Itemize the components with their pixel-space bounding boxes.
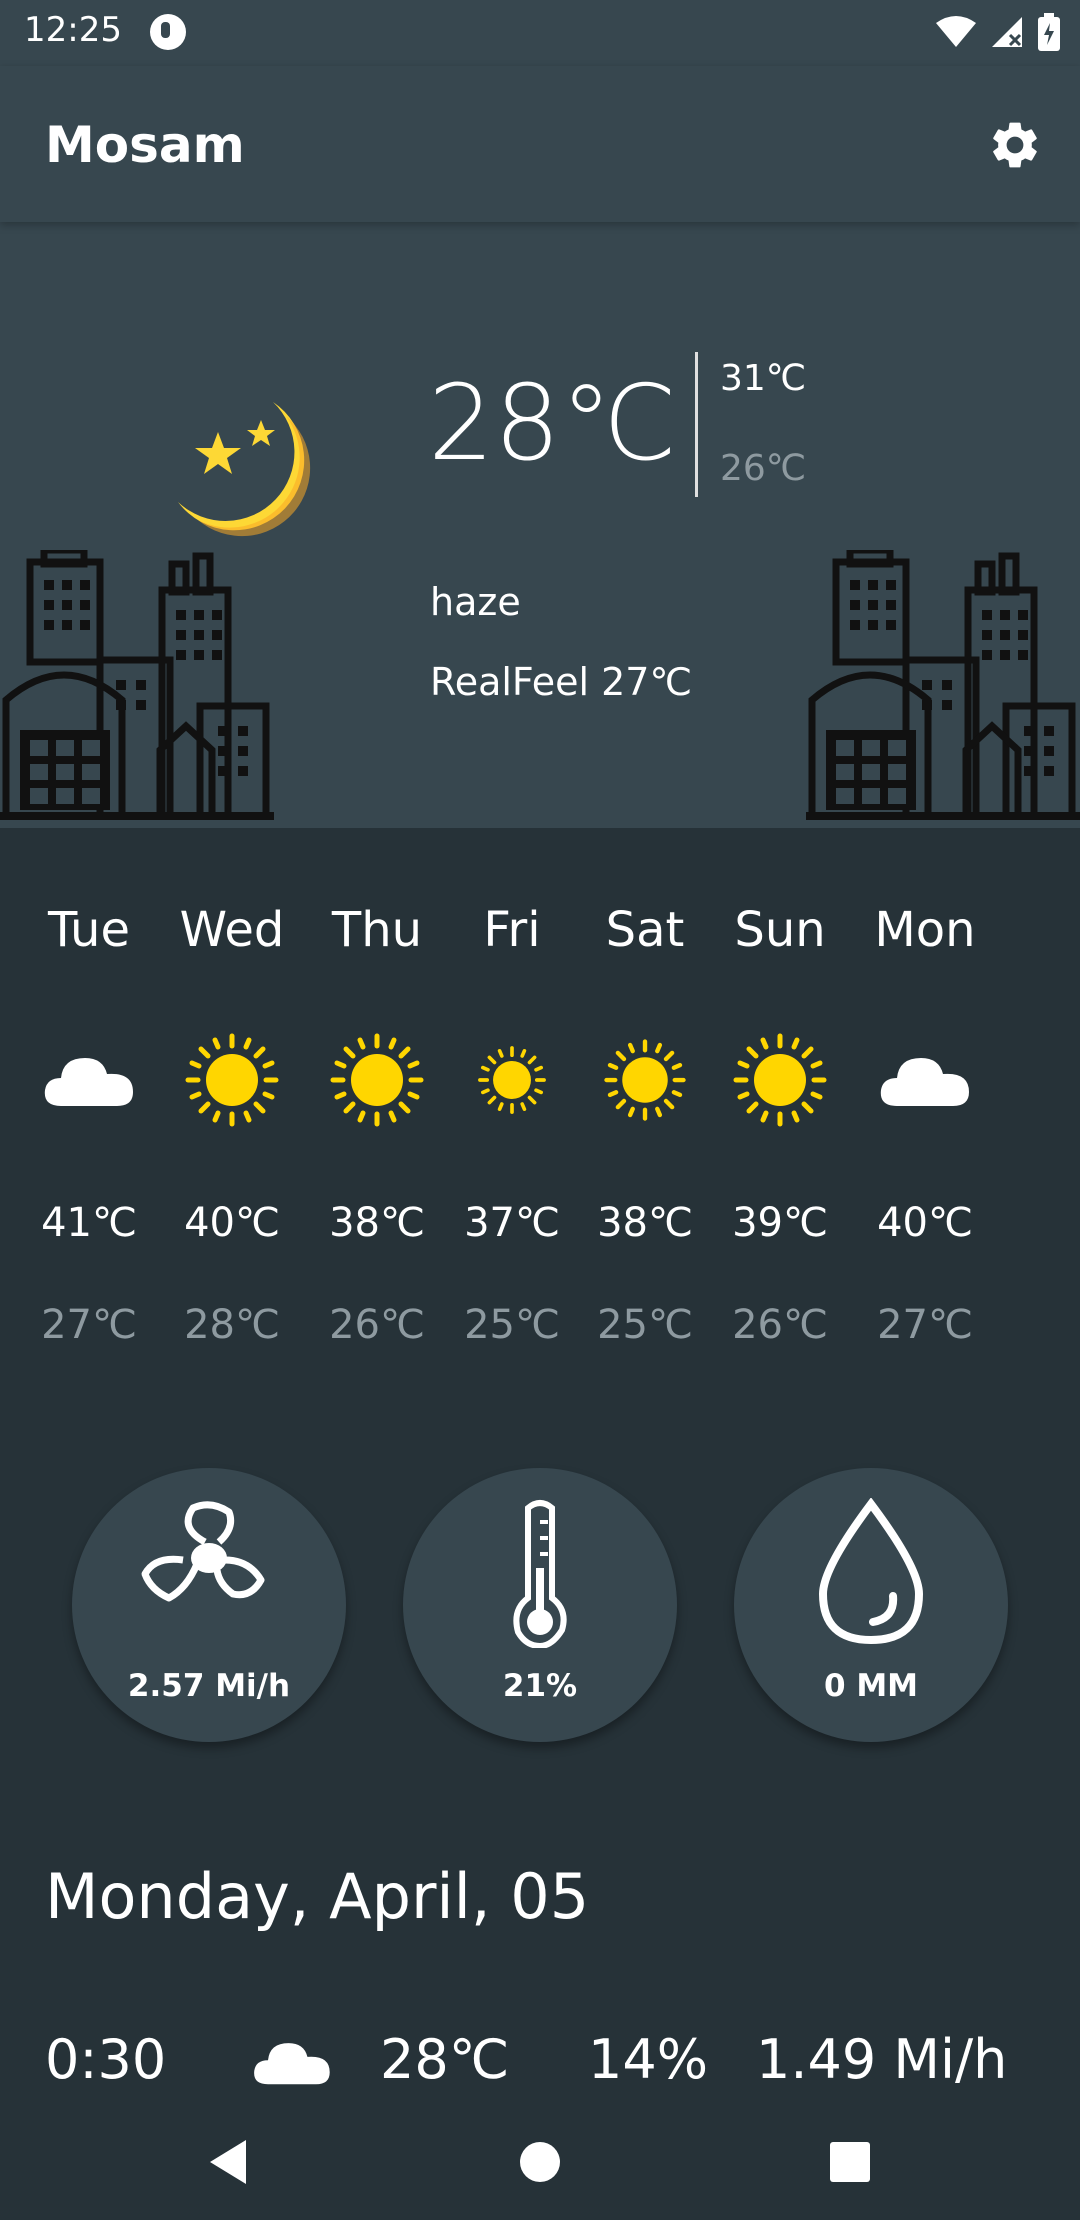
cloud-icon (39, 1030, 139, 1130)
notification-icon (150, 14, 186, 50)
realfeel-temperature: RealFeel 27℃ (430, 660, 693, 704)
status-time: 12:25 (24, 10, 122, 50)
city-skyline-icon (0, 550, 274, 820)
today-low: 26℃ (720, 448, 807, 489)
weather-condition: haze (430, 580, 521, 624)
precipitation-value: 0 MM (823, 1668, 919, 1704)
today-high: 31℃ (720, 358, 807, 399)
city-skyline-icon (806, 550, 1080, 820)
hourly-temperature: 28℃ (380, 2028, 510, 2091)
fan-icon (141, 1501, 265, 1602)
sun-icon (595, 1030, 695, 1130)
temp-divider (695, 352, 698, 497)
date-heading: Monday, April, 05 (45, 1860, 590, 1933)
settings-button[interactable] (980, 110, 1050, 180)
cellular-signal-icon (992, 17, 1022, 47)
forecast-low: 25℃ (464, 1302, 560, 1348)
hourly-row[interactable]: 0:30 28℃ 14% 1.49 Mi/h (0, 2028, 1080, 2098)
forecast-low: 28℃ (184, 1302, 280, 1348)
sun-icon (730, 1030, 830, 1130)
battery-icon (1038, 13, 1060, 51)
cloud-icon (875, 1030, 975, 1130)
forecast-high: 37℃ (464, 1200, 560, 1246)
cloud-icon (254, 2043, 330, 2085)
sun-icon (327, 1030, 427, 1130)
wind-card[interactable]: 2.57 Mi/h (72, 1468, 346, 1742)
forecast-low: 27℃ (877, 1302, 973, 1348)
hourly-wind: 1.49 Mi/h (756, 2028, 1008, 2091)
sun-icon (182, 1030, 282, 1130)
back-button[interactable] (196, 2130, 260, 2194)
forecast-low: 26℃ (329, 1302, 425, 1348)
moon-stars-icon (178, 402, 311, 537)
status-bar: 12:25 (0, 0, 1080, 66)
forecast-day-name: Wed (179, 902, 285, 958)
current-weather-panel: 28℃ 31℃ 26℃ haze RealFeel 27℃ (0, 222, 1080, 828)
recents-square-icon (830, 2142, 870, 2182)
wind-speed-value: 2.57 Mi/h (127, 1668, 291, 1704)
forecast-day-name: Sat (605, 902, 685, 958)
status-icons (936, 12, 1060, 52)
current-temperature: 28℃ (428, 362, 678, 484)
sun-icon (462, 1030, 562, 1130)
forecast-high: 38℃ (597, 1200, 693, 1246)
forecast-day-name: Tue (48, 902, 130, 958)
forecast-day-name: Mon (874, 902, 976, 958)
thermometer-icon (513, 1500, 567, 1648)
forecast-low: 26℃ (732, 1302, 828, 1348)
hourly-time: 0:30 (45, 2028, 167, 2091)
forecast-high: 39℃ (732, 1200, 828, 1246)
system-nav-bar (0, 2104, 1080, 2220)
home-button[interactable] (508, 2130, 572, 2194)
app-bar: Mosam (0, 66, 1080, 222)
humidity-card[interactable]: 21% (403, 1468, 677, 1742)
forecast-low: 25℃ (597, 1302, 693, 1348)
forecast-low: 27℃ (41, 1302, 137, 1348)
forecast-day-name: Thu (331, 902, 423, 958)
gear-icon (993, 122, 1037, 168)
water-drop-icon (818, 1498, 924, 1645)
humidity-value: 21% (502, 1668, 578, 1704)
forecast-high: 41℃ (41, 1200, 137, 1246)
forecast-day-name: Fri (483, 902, 541, 958)
home-circle-icon (520, 2142, 560, 2182)
hourly-humidity: 14% (588, 2028, 709, 2091)
app-title: Mosam (45, 116, 245, 174)
recents-button[interactable] (818, 2130, 882, 2194)
forecast-high: 40℃ (877, 1200, 973, 1246)
forecast-high: 40℃ (184, 1200, 280, 1246)
precipitation-card[interactable]: 0 MM (734, 1468, 1008, 1742)
forecast-day-name: Sun (734, 902, 826, 958)
back-triangle-icon (210, 2140, 246, 2184)
forecast-high: 38℃ (329, 1200, 425, 1246)
wifi-icon (936, 16, 976, 47)
